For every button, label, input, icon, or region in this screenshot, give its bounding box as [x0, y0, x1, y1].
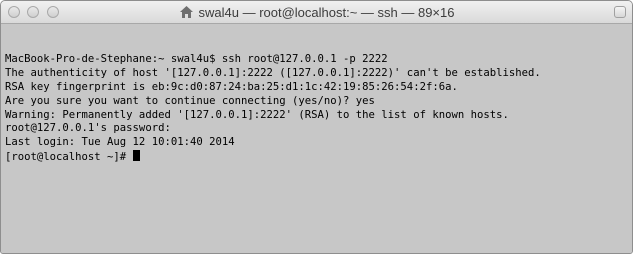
terminal-line: Are you sure you want to continue connec…	[5, 94, 375, 107]
terminal-line: root@127.0.0.1's password:	[5, 122, 171, 135]
window-title-area: swal4u — root@localhost:~ — ssh — 89×16	[1, 1, 632, 23]
window-title: swal4u — root@localhost:~ — ssh — 89×16	[198, 4, 455, 20]
title-bar[interactable]: swal4u — root@localhost:~ — ssh — 89×16	[1, 1, 632, 24]
terminal-line: Last login: Tue Aug 12 10:01:40 2014	[5, 136, 235, 149]
home-folder-icon	[179, 5, 194, 19]
terminal-line: RSA key fingerprint is eb:9c:d0:87:24:ba…	[5, 80, 458, 93]
terminal-content[interactable]: MacBook-Pro-de-Stephane:~ swal4u$ ssh ro…	[1, 24, 632, 253]
terminal-prompt: [root@localhost ~]#	[5, 151, 133, 164]
terminal-line: MacBook-Pro-de-Stephane:~ swal4u$ ssh ro…	[5, 53, 388, 65]
text-cursor	[132, 150, 140, 162]
terminal-prompt-line[interactable]: [root@localhost ~]#	[5, 150, 541, 164]
terminal-output: MacBook-Pro-de-Stephane:~ swal4u$ ssh ro…	[5, 53, 541, 164]
toolbar-toggle-button[interactable]	[614, 6, 626, 18]
terminal-window: swal4u — root@localhost:~ — ssh — 89×16 …	[0, 0, 633, 254]
terminal-line: The authenticity of host '[127.0.0.1]:22…	[5, 66, 541, 79]
terminal-line: Warning: Permanently added '[127.0.0.1]:…	[5, 108, 509, 121]
